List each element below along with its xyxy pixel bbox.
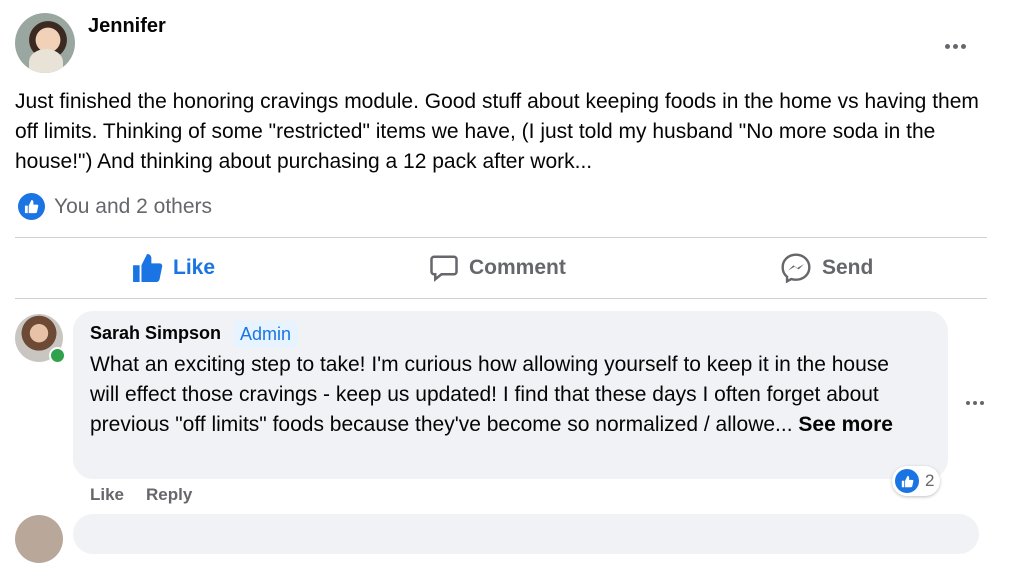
comment-reply-button[interactable]: Reply (146, 485, 192, 505)
like-label: Like (173, 256, 216, 279)
thumbs-up-icon (895, 469, 919, 493)
commenter-name[interactable]: Sarah Simpson (90, 323, 221, 344)
comment-reaction-count[interactable]: 2 (892, 466, 941, 496)
reactions-summary[interactable]: You and 2 others (18, 193, 212, 220)
reactions-text: You and 2 others (54, 194, 213, 218)
see-more-link[interactable]: See more (798, 413, 893, 436)
next-commenter-avatar[interactable] (15, 515, 63, 563)
divider (15, 237, 987, 238)
reaction-count: 2 (925, 471, 935, 490)
more-options-icon[interactable] (945, 36, 975, 49)
speech-bubble-icon (430, 255, 458, 282)
comment-body: What an exciting step to take! I'm curio… (90, 353, 889, 436)
send-label: Send (822, 256, 874, 279)
send-button[interactable]: Send (780, 248, 873, 288)
thumbs-up-icon (18, 193, 45, 220)
post-author-name[interactable]: Jennifer (88, 15, 166, 38)
thumbs-up-icon (133, 254, 163, 282)
comment-actions: Like Reply (90, 485, 192, 505)
author-avatar[interactable] (15, 13, 75, 73)
like-button[interactable]: Like (133, 248, 215, 288)
comment-text: What an exciting step to take! I'm curio… (90, 350, 920, 440)
comment-button[interactable]: Comment (429, 248, 566, 288)
online-status-indicator (49, 347, 66, 364)
next-comment-bubble (73, 514, 979, 554)
comment-more-options-icon[interactable] (966, 392, 987, 410)
admin-badge: Admin (233, 321, 299, 348)
post-text: Just finished the honoring cravings modu… (15, 90, 979, 173)
divider (15, 298, 987, 299)
comment-like-button[interactable]: Like (90, 485, 124, 505)
comment-label: Comment (469, 256, 566, 279)
messenger-icon (781, 253, 811, 284)
